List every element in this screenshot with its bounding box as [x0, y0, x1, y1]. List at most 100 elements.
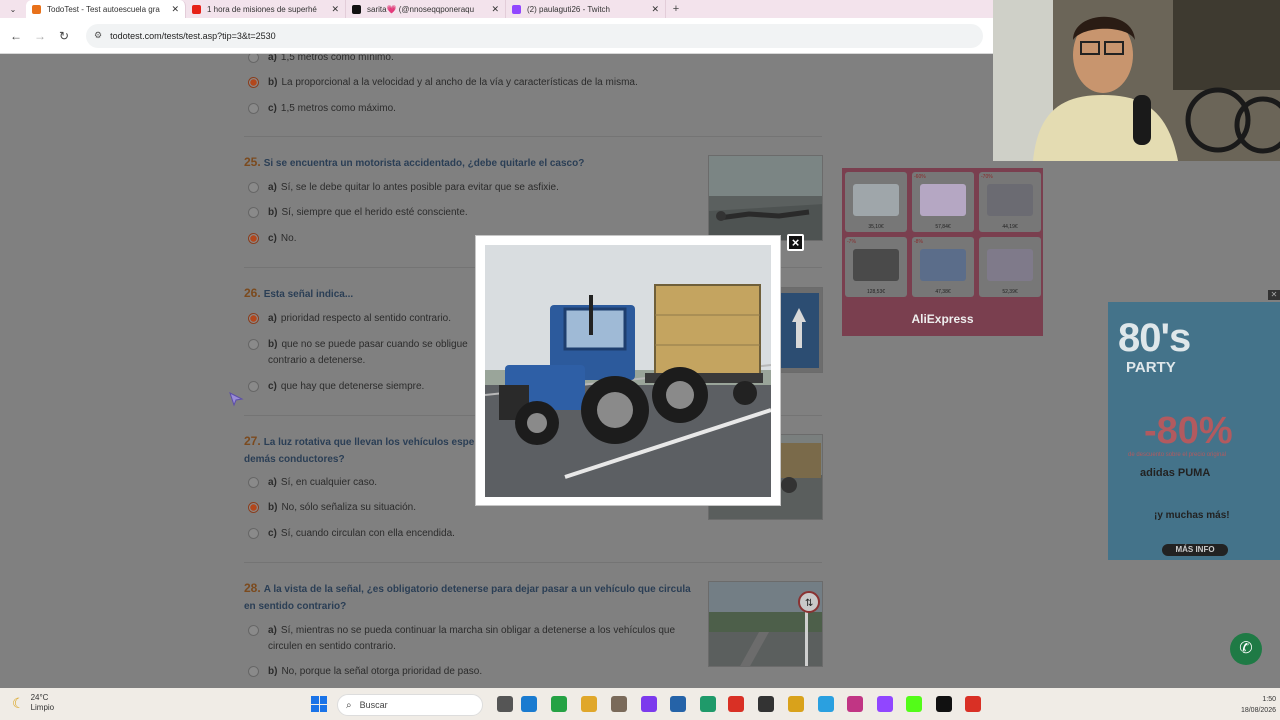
answer-option[interactable]: a) Sí, se le debe quitar lo antes posible…	[244, 180, 559, 196]
answer-text: que no se puede pasar cuando se obligue	[281, 339, 468, 350]
taskbar-twitch-icon[interactable]	[877, 696, 893, 712]
new-tab-button[interactable]: +	[666, 3, 686, 15]
answer-option[interactable]: c) No.	[244, 231, 296, 247]
tab-close-icon[interactable]: ✕	[491, 4, 499, 15]
whatsapp-icon[interactable]: ✆	[1230, 633, 1262, 665]
ad-headline: 80's	[1118, 316, 1191, 360]
taskbar-rtve-icon[interactable]	[788, 696, 804, 712]
answer-radio[interactable]	[248, 625, 259, 636]
browser-tab[interactable]: TodoTest - Test autoescuela gra ✕	[26, 0, 186, 18]
answer-letter: a)	[268, 313, 277, 324]
taskbar-instagram-icon[interactable]	[847, 696, 863, 712]
question-text: A la vista de la señal, ¿es obligatorio …	[263, 584, 691, 595]
aliexpress-ad[interactable]: AliExpress 35,10€ -60% 57,84€ -70% 44,19€ -7%…	[842, 168, 1043, 336]
ad-close-icon[interactable]: ✕	[1268, 290, 1280, 300]
ad-product-card[interactable]: -7% 128,53€	[845, 237, 907, 297]
answer-letter: c)	[268, 233, 277, 244]
answer-radio[interactable]	[248, 477, 259, 488]
answer-radio[interactable]	[248, 182, 259, 193]
answer-option[interactable]: b) No, sólo señaliza su situación.	[244, 500, 416, 516]
answer-option[interactable]: a) Sí, mientras no se pueda continuar la …	[244, 623, 675, 655]
taskbar-file-explorer-icon[interactable]	[497, 696, 513, 712]
tab-list-chevron-icon[interactable]: ⌄	[0, 5, 26, 14]
browser-tab[interactable]: (2) paulaguti26 - Twitch ✕	[506, 0, 666, 18]
forward-arrow-icon[interactable]: →	[28, 29, 52, 43]
youtube-favicon-icon	[192, 4, 201, 14]
answer-text: 1,5 metros como mínimo.	[280, 54, 394, 63]
browser-tab[interactable]: 1 hora de misiones de superhé ✕	[186, 0, 346, 18]
ad-more-info-button[interactable]: MÁS INFO	[1162, 544, 1228, 556]
taskbar-tiktok-icon[interactable]	[936, 696, 952, 712]
answer-option[interactable]: b) que no se puede pasar cuando se obligu…	[244, 337, 468, 369]
reload-icon[interactable]: ↻	[52, 29, 76, 43]
address-bar[interactable]: ⚙ todotest.com/tests/test.asp?tip=3&t=25…	[86, 23, 983, 48]
answer-radio[interactable]	[248, 207, 259, 218]
ad-product-badge: -70%	[981, 174, 993, 180]
answer-radio[interactable]	[248, 313, 259, 324]
site-info-icon[interactable]: ⚙	[94, 30, 102, 41]
taskbar-telegram-icon[interactable]	[818, 696, 834, 712]
answer-text: No.	[280, 233, 297, 244]
answer-letter: b)	[268, 502, 278, 513]
image-modal	[475, 235, 781, 506]
back-arrow-icon[interactable]: ←	[4, 29, 28, 43]
ad-product-card[interactable]: -70% 44,19€	[979, 172, 1041, 232]
taskbar-app-icon[interactable]	[670, 696, 686, 712]
answer-radio[interactable]	[248, 339, 259, 350]
windows-start-icon[interactable]	[311, 696, 327, 712]
ad-product-price: 35,10€	[868, 224, 884, 230]
answer-text: Sí, en cualquier caso.	[280, 477, 378, 488]
taskbar-chrome-icon[interactable]	[965, 696, 981, 712]
answer-radio[interactable]	[248, 381, 259, 392]
answer-option[interactable]: b) No, porque la señal otorga prioridad d…	[244, 664, 482, 680]
taskbar-kick-icon[interactable]	[906, 696, 922, 712]
ad-product-image	[920, 184, 966, 216]
browser-tab-bar: ⌄ TodoTest - Test autoescuela gra ✕ 1 hora…	[0, 0, 993, 18]
answer-radio[interactable]	[248, 233, 259, 244]
taskbar-clock[interactable]: 1:50 18/08/2026	[1241, 694, 1276, 716]
answer-radio[interactable]	[248, 502, 259, 513]
answer-radio[interactable]	[248, 77, 259, 88]
taskbar-app-icon[interactable]	[611, 696, 627, 712]
answer-letter: b)	[268, 666, 278, 677]
answer-option[interactable]: a) prioridad respecto al sentido contrari…	[244, 311, 451, 327]
answer-radio[interactable]	[248, 528, 259, 539]
tab-close-icon[interactable]: ✕	[331, 4, 339, 15]
taskbar-edge-icon[interactable]	[521, 696, 537, 712]
ad-product-card[interactable]: -60% 57,84€	[912, 172, 974, 232]
browser-tab[interactable]: sarita💗 (@nnoseqqponeraqu ✕	[346, 0, 506, 18]
taskbar-folder-icon[interactable]	[581, 696, 597, 712]
weather-widget[interactable]: ☾ 24°C Limpio	[12, 693, 54, 713]
answer-radio[interactable]	[248, 666, 259, 677]
answer-option[interactable]: c) Sí, cuando circulan con ella encendida…	[244, 526, 455, 542]
answer-text: Sí, siempre que el herido esté conscient…	[281, 207, 468, 218]
ad-product-card[interactable]: 35,10€	[845, 172, 907, 232]
party-sale-ad[interactable]: 80's PARTY -80% de descuento sobre el pr…	[1108, 302, 1280, 560]
taskbar-search[interactable]: ⌕ Buscar	[337, 694, 483, 716]
answer-radio[interactable]	[248, 54, 259, 63]
answer-letter: c)	[268, 103, 277, 114]
answer-option[interactable]: c) 1,5 metros como máximo.	[244, 101, 396, 117]
webcam-overlay	[993, 0, 1280, 161]
answer-option[interactable]: a) 1,5 metros como mínimo.	[244, 54, 394, 66]
taskbar-app-icon[interactable]	[700, 696, 716, 712]
tab-close-icon[interactable]: ✕	[171, 4, 179, 15]
taskbar-app-icon[interactable]	[641, 696, 657, 712]
ad-more: ¡y muchas más!	[1154, 510, 1230, 521]
answer-option[interactable]: c) que hay que detenerse siempre.	[244, 379, 424, 395]
ad-product-image	[920, 249, 966, 281]
modal-close-button[interactable]: ×	[787, 234, 804, 251]
taskbar-whatsapp-icon[interactable]	[551, 696, 567, 712]
ad-product-price: 44,19€	[1002, 224, 1018, 230]
ad-product-card[interactable]: -8% 47,38€	[912, 237, 974, 297]
answer-text: Sí, se le debe quitar lo antes posible p…	[280, 182, 559, 193]
taskbar-app-icon[interactable]	[758, 696, 774, 712]
answer-radio[interactable]	[248, 103, 259, 114]
tab-close-icon[interactable]: ✕	[651, 4, 659, 15]
answer-option[interactable]: b) Sí, siempre que el herido esté conscie…	[244, 205, 468, 221]
answer-option[interactable]: a) Sí, en cualquier caso.	[244, 475, 377, 491]
ad-product-card[interactable]: 52,39€	[979, 237, 1041, 297]
answer-option[interactable]: b) La proporcional a la velocidad y al an…	[244, 75, 638, 91]
aliexpress-brand: AliExpress	[911, 312, 974, 326]
taskbar-chrome-icon[interactable]	[728, 696, 744, 712]
